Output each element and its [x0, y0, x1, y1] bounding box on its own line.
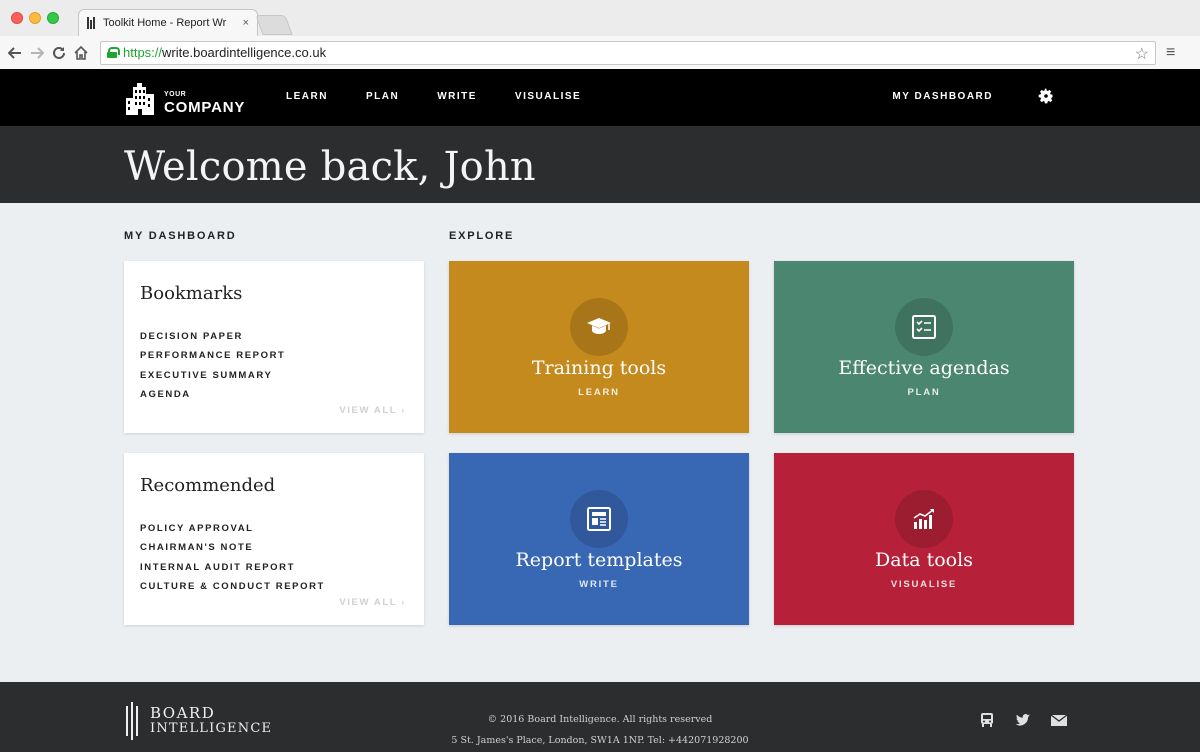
browser-chrome: Toolkit Home - Report Wr × https:// writ…: [0, 0, 1200, 69]
nav-write[interactable]: WRITE: [437, 91, 477, 102]
back-arrow-icon[interactable]: [4, 42, 26, 64]
tile-subtitle: LEARN: [578, 387, 620, 398]
tile-subtitle: PLAN: [907, 387, 941, 398]
address-bar[interactable]: https:// write.boardintelligence.co.uk ☆: [100, 40, 1156, 65]
bookmark-item[interactable]: PERFORMANCE REPORT: [140, 346, 285, 365]
tile-title: Training tools: [531, 357, 667, 379]
report-templates-tile[interactable]: Report templates WRITE: [449, 453, 749, 625]
building-icon: [126, 83, 154, 115]
checklist-icon: [912, 315, 936, 339]
url-text: write.boardintelligence.co.uk: [162, 45, 327, 60]
logo-small-text: YOUR: [164, 91, 187, 98]
new-tab-button[interactable]: [255, 15, 293, 35]
gear-icon[interactable]: [1038, 88, 1054, 104]
nav-plan[interactable]: PLAN: [366, 91, 399, 102]
tile-title: Data tools: [875, 549, 973, 571]
bus-icon[interactable]: [978, 712, 996, 728]
main-content: MY DASHBOARD EXPLORE Bookmarks DECISION …: [0, 203, 1200, 682]
favicon-icon: [87, 17, 97, 29]
tile-subtitle: WRITE: [579, 579, 619, 590]
site-header: YOUR COMPANY LEARN PLAN WRITE VISUALISE …: [0, 69, 1200, 126]
twitter-icon[interactable]: [1014, 712, 1032, 728]
forward-arrow-icon[interactable]: [26, 42, 48, 64]
effective-agendas-tile[interactable]: Effective agendas PLAN: [774, 261, 1074, 433]
data-tools-tile[interactable]: Data tools VISUALISE: [774, 453, 1074, 625]
url-protocol: https://: [123, 45, 163, 60]
nav-learn[interactable]: LEARN: [286, 91, 328, 102]
main-nav: LEARN PLAN WRITE VISUALISE: [286, 91, 619, 102]
recommended-item[interactable]: INTERNAL AUDIT REPORT: [140, 558, 325, 577]
explore-section-label: EXPLORE: [449, 230, 515, 242]
page-title: Welcome back, John: [124, 144, 536, 190]
recommended-card: Recommended POLICY APPROVAL CHAIRMAN'S N…: [124, 453, 424, 625]
bookmark-item[interactable]: AGENDA: [140, 385, 285, 404]
tab-close-icon[interactable]: ×: [243, 17, 249, 29]
nav-my-dashboard[interactable]: MY DASHBOARD: [892, 91, 993, 102]
recommended-item[interactable]: CHAIRMAN'S NOTE: [140, 538, 325, 557]
reload-icon[interactable]: [48, 42, 70, 64]
company-logo[interactable]: YOUR COMPANY: [124, 81, 245, 115]
site-footer: BOARD INTELLIGENCE © 2016 Board Intellig…: [0, 682, 1200, 752]
bookmark-item[interactable]: EXECUTIVE SUMMARY: [140, 366, 285, 385]
home-icon[interactable]: [70, 42, 92, 64]
mail-icon[interactable]: [1050, 712, 1068, 728]
bookmarks-view-all-link[interactable]: VIEW ALL ›: [339, 405, 406, 416]
training-tools-tile[interactable]: Training tools LEARN: [449, 261, 749, 433]
lock-icon: [107, 47, 120, 58]
browser-toolbar: https:// write.boardintelligence.co.uk ☆…: [0, 36, 1200, 69]
recommended-item[interactable]: POLICY APPROVAL: [140, 519, 325, 538]
window-maximize-button[interactable]: [47, 12, 59, 24]
nav-visualise[interactable]: VISUALISE: [515, 91, 581, 102]
recommended-item[interactable]: CULTURE & CONDUCT REPORT: [140, 577, 325, 596]
bookmark-star-icon[interactable]: ☆: [1135, 44, 1149, 64]
logo-large-text: COMPANY: [164, 99, 246, 116]
footer-social-icons: [978, 712, 1068, 728]
window-controls: [11, 12, 59, 24]
graduation-cap-icon: [587, 318, 611, 334]
footer-address: 5 St. James's Place, London, SW1A 1NP. T…: [451, 735, 749, 746]
browser-menu-icon[interactable]: ≡: [1166, 44, 1175, 62]
window-close-button[interactable]: [11, 12, 23, 24]
bookmarks-card: Bookmarks DECISION PAPER PERFORMANCE REP…: [124, 261, 424, 433]
welcome-banner: Welcome back, John: [0, 126, 1200, 203]
bookmarks-list: DECISION PAPER PERFORMANCE REPORT EXECUT…: [140, 327, 285, 404]
recommended-title: Recommended: [140, 475, 276, 496]
recommended-list: POLICY APPROVAL CHAIRMAN'S NOTE INTERNAL…: [140, 519, 325, 596]
bar-chart-icon: [913, 509, 934, 529]
recommended-view-all-link[interactable]: VIEW ALL ›: [339, 597, 406, 608]
tile-title: Effective agendas: [838, 357, 1010, 379]
bookmarks-title: Bookmarks: [140, 283, 243, 304]
tab-title: Toolkit Home - Report Wr: [103, 17, 227, 29]
tile-subtitle: VISUALISE: [890, 579, 958, 590]
dashboard-section-label: MY DASHBOARD: [124, 230, 237, 242]
tile-title: Report templates: [515, 549, 683, 571]
browser-tab[interactable]: Toolkit Home - Report Wr ×: [78, 9, 258, 36]
document-icon: [587, 507, 611, 531]
bookmark-item[interactable]: DECISION PAPER: [140, 327, 285, 346]
window-minimize-button[interactable]: [29, 12, 41, 24]
